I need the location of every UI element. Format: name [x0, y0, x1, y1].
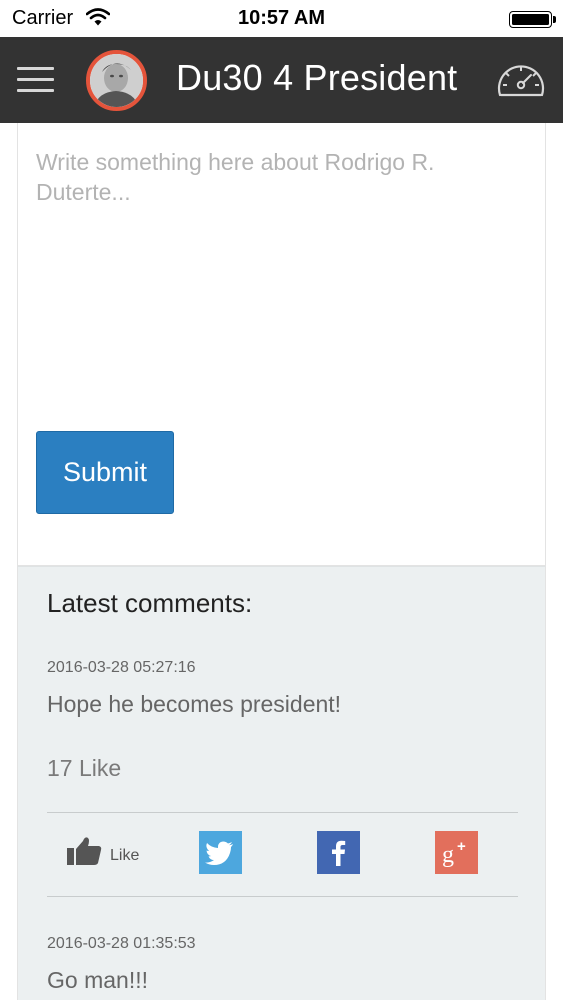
facebook-icon [332, 840, 346, 866]
battery-icon [509, 11, 556, 28]
svg-text:g: g [442, 842, 454, 868]
divider [47, 812, 518, 813]
clock: 10:57 AM [237, 7, 326, 29]
svg-text:+: + [457, 838, 466, 855]
divider [47, 896, 518, 897]
comment-date: 2016-03-28 01:35:53 [47, 935, 196, 952]
comment-textarea[interactable] [36, 147, 526, 427]
thumbs-up-icon [67, 837, 102, 865]
app-navbar: Du30 4 President [0, 37, 563, 123]
facebook-share-button[interactable] [317, 831, 360, 874]
comment-text: Go man!!! [47, 967, 148, 993]
google-plus-icon: g + [442, 838, 466, 868]
submit-button[interactable]: Submit [36, 431, 174, 514]
google-plus-share-button[interactable]: g + [435, 831, 478, 874]
speedometer-icon[interactable] [495, 55, 547, 106]
status-bar: Carrier 10:57 AM [0, 0, 563, 37]
menu-icon[interactable] [17, 67, 54, 93]
comment-text: Hope he becomes president! [47, 691, 342, 717]
twitter-share-button[interactable] [199, 831, 242, 874]
avatar [86, 50, 147, 111]
like-label: Like [110, 847, 140, 864]
comment-form: Submit [17, 123, 546, 566]
app-title: Du30 4 President [176, 57, 458, 98]
twitter-icon [205, 841, 233, 865]
comments-heading: Latest comments: [47, 588, 253, 618]
comments-section: Latest comments: 2016-03-28 05:27:16 Hop… [17, 566, 546, 1000]
comment-date: 2016-03-28 05:27:16 [47, 659, 196, 676]
like-count[interactable]: 17 Like [47, 755, 121, 782]
